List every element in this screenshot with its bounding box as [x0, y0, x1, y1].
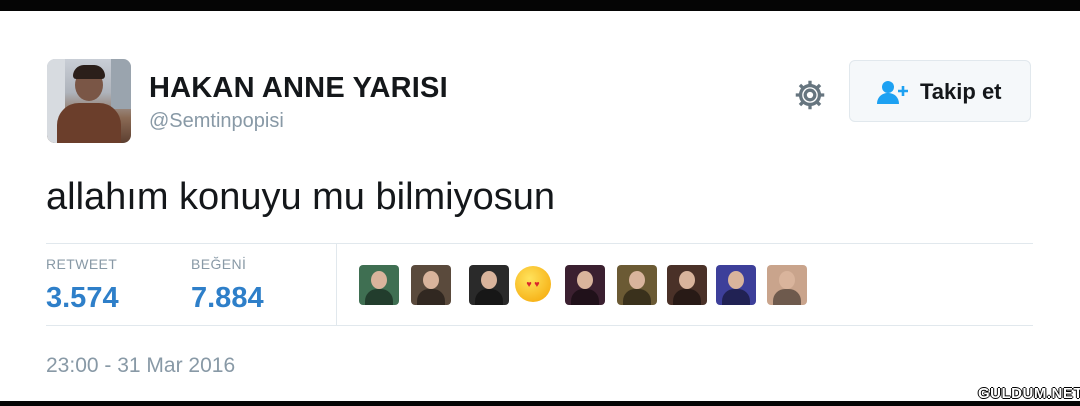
divider	[336, 244, 337, 325]
liker-avatar[interactable]	[411, 265, 451, 305]
add-user-icon	[876, 79, 910, 105]
liker-avatar[interactable]	[716, 265, 756, 305]
liker-avatar[interactable]	[359, 265, 399, 305]
liker-avatar[interactable]	[565, 265, 605, 305]
divider	[46, 243, 1033, 244]
tweet-timestamp[interactable]: 23:00 - 31 Mar 2016	[46, 354, 235, 378]
retweets-count[interactable]: 3.574	[46, 282, 119, 315]
gear-icon[interactable]	[792, 77, 828, 113]
likes-count[interactable]: 7.884	[191, 282, 264, 315]
profile-avatar[interactable]	[47, 59, 131, 143]
likes-label: BEĞENİ	[191, 256, 247, 272]
heart-eyes-emoji-icon[interactable]: ♥ ♥	[515, 266, 551, 302]
follow-button[interactable]: Takip et	[849, 60, 1031, 122]
bottom-black-bar	[0, 401, 1080, 406]
tweet-text: allahım konuyu mu bilmiyosun	[46, 176, 556, 218]
liker-avatar[interactable]	[617, 265, 657, 305]
liker-avatar[interactable]	[667, 265, 707, 305]
user-handle[interactable]: @Semtinpopisi	[149, 110, 284, 133]
watermark: GULDUM.NET	[978, 385, 1080, 402]
liker-avatar[interactable]	[767, 265, 807, 305]
display-name[interactable]: HAKAN ANNE YARISI	[149, 72, 448, 105]
liker-avatar[interactable]	[469, 265, 509, 305]
divider	[46, 325, 1033, 326]
retweets-label: RETWEET	[46, 256, 118, 272]
top-black-bar	[0, 0, 1080, 11]
follow-button-label: Takip et	[920, 79, 1002, 104]
